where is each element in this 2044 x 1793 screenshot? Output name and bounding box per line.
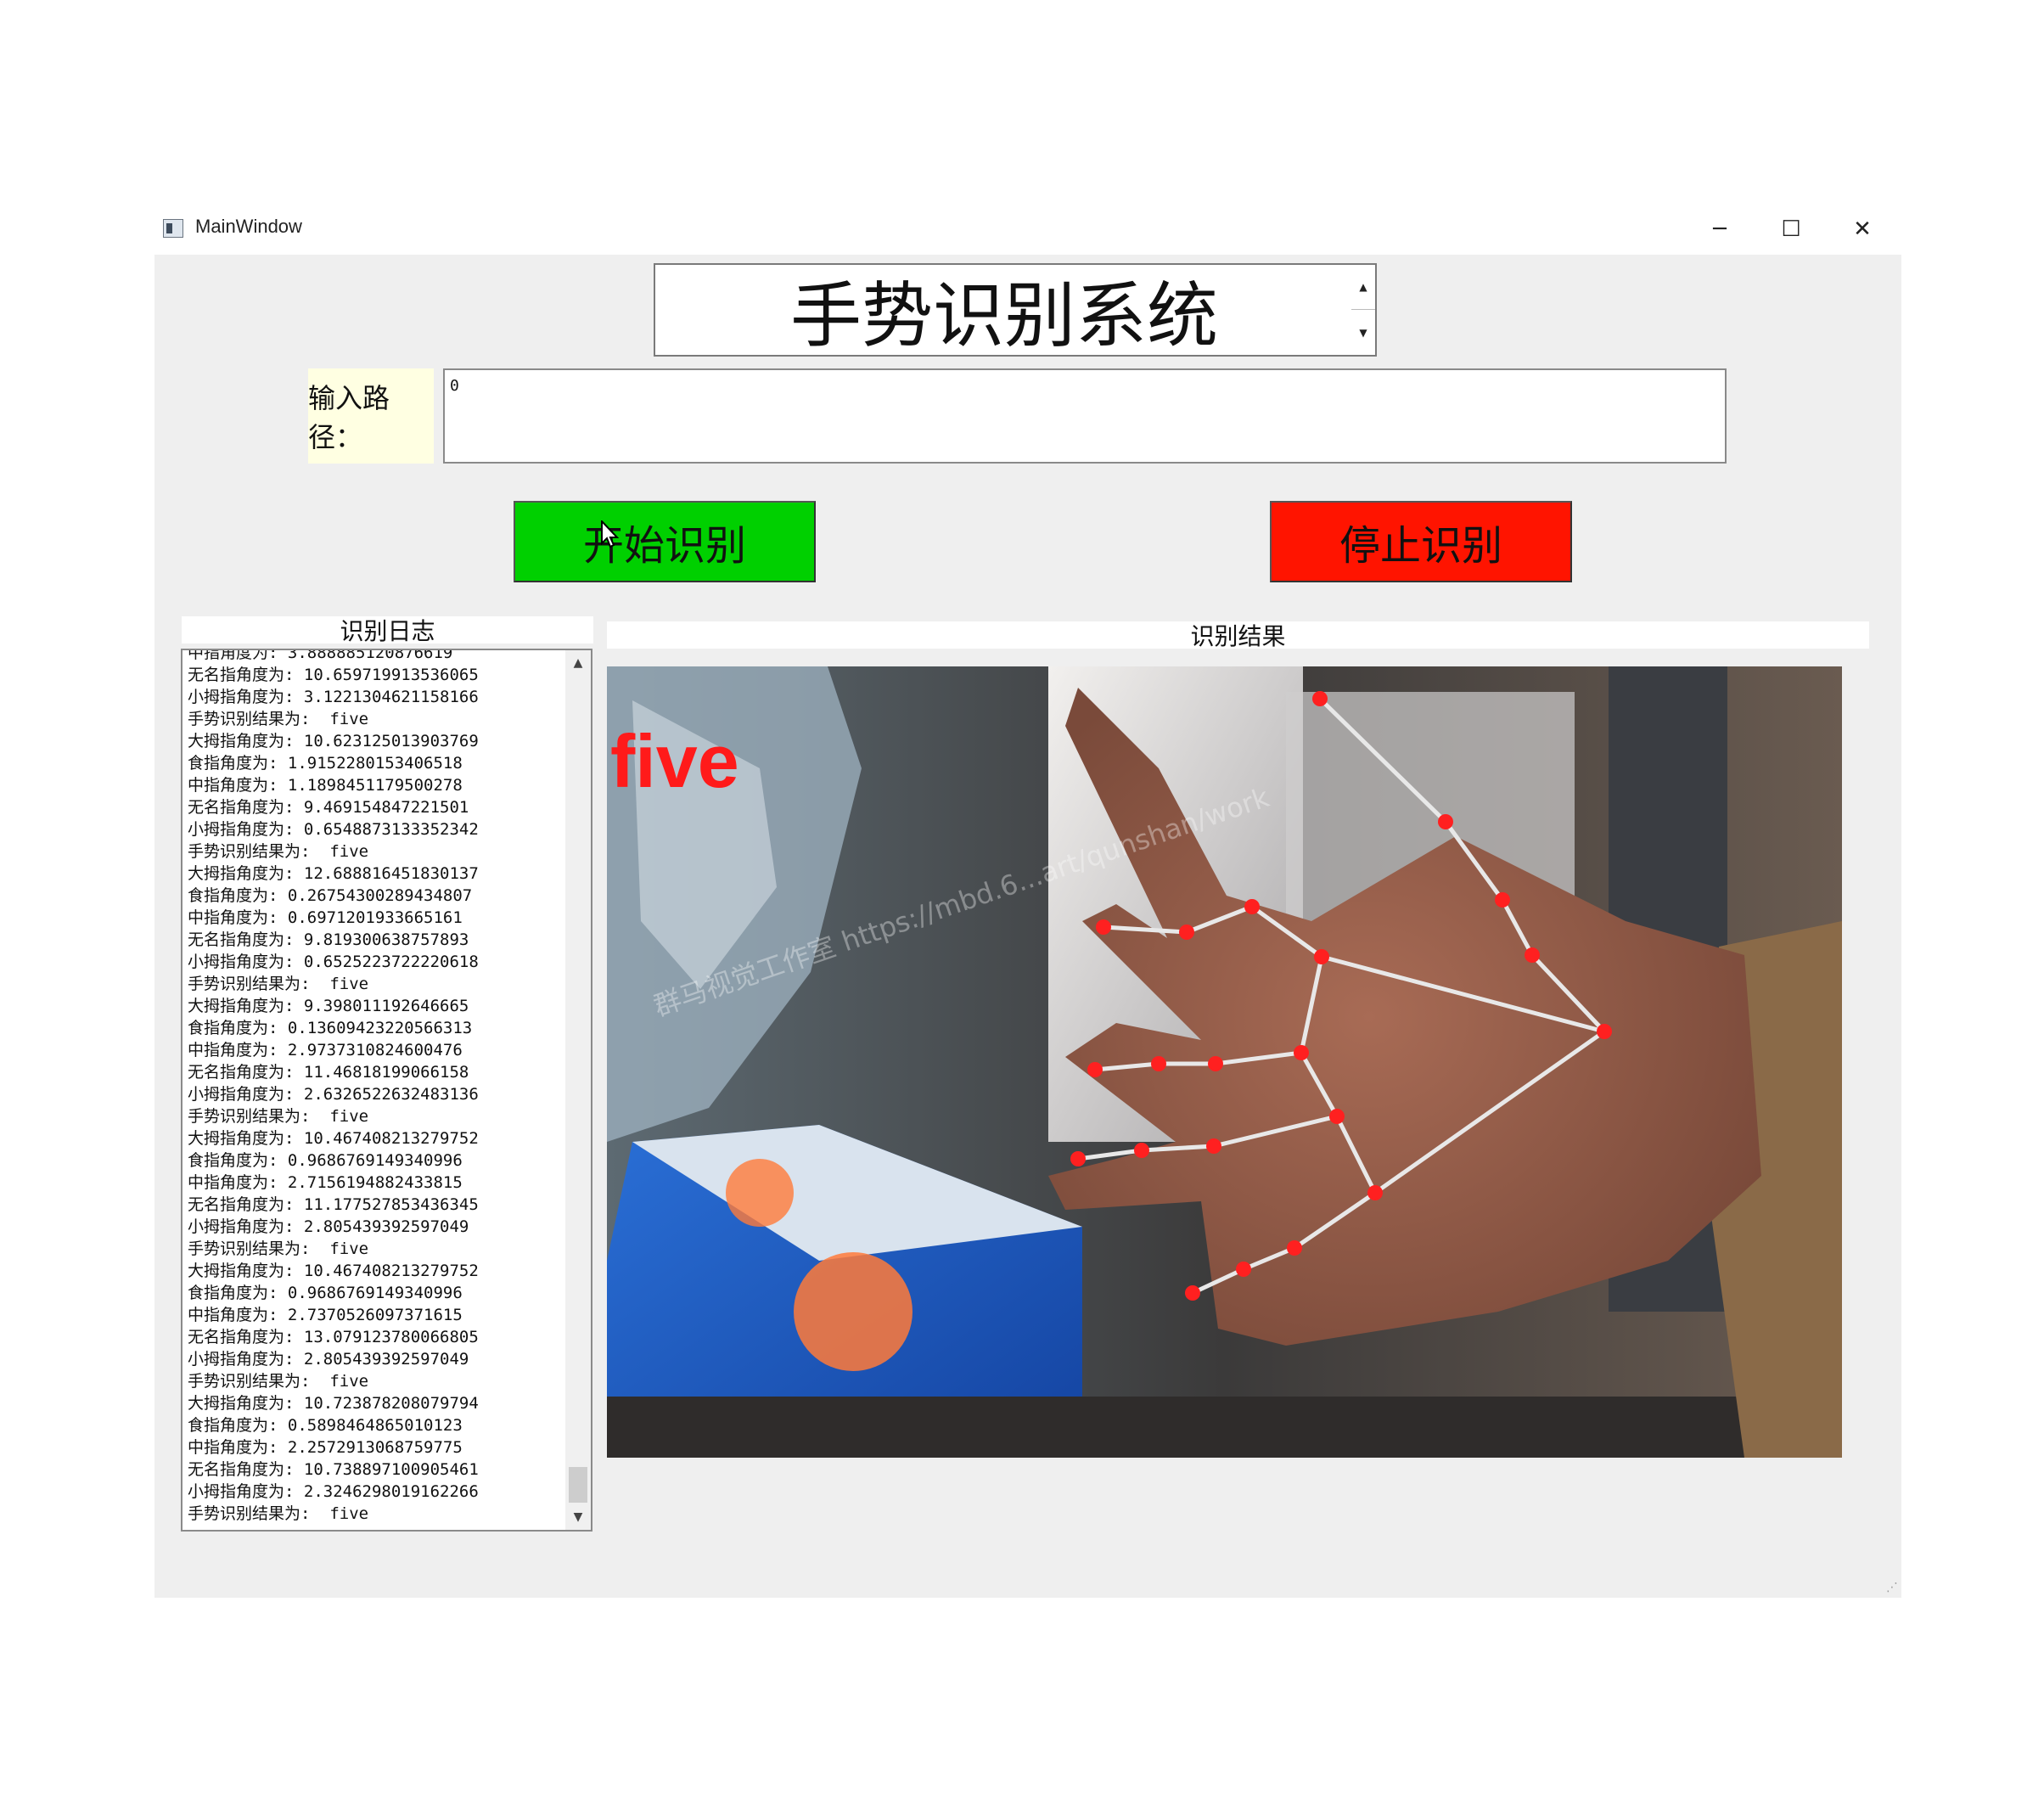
log-line: 无名指角度为: 10.738897100905461 [188, 1460, 479, 1479]
desk [607, 1397, 1842, 1458]
log-line: 中指角度为: 2.9737310824600476 [188, 1041, 463, 1060]
keypoint [1151, 1056, 1166, 1071]
keypoint [1525, 947, 1540, 963]
main-window: MainWindow ─ ☐ ✕ 手势识别系统 ▲ ▼ 输入路径： 0 开始识别… [154, 204, 1901, 1598]
log-line: 小拇指角度为: 2.3246298019162266 [188, 1482, 479, 1501]
spin-up-icon[interactable]: ▲ [1351, 265, 1375, 310]
keypoint [1367, 1185, 1383, 1200]
mouse-cursor-icon [601, 520, 620, 548]
log-line: 大拇指角度为: 12.688816451830137 [188, 864, 479, 883]
log-line: 小拇指角度为: 0.6548873133352342 [188, 820, 479, 839]
log-line: 手势识别结果为: five [188, 1107, 369, 1126]
spin-down-icon[interactable]: ▼ [1351, 311, 1375, 355]
log-line: 中指角度为: 2.2572913068759775 [188, 1438, 463, 1457]
minimize-button[interactable]: ─ [1689, 209, 1750, 250]
log-scrollbar[interactable]: ▲ ▼ [565, 650, 591, 1530]
log-line: 手势识别结果为: five [188, 1504, 369, 1523]
flower-print [794, 1252, 912, 1371]
path-label: 输入路径： [308, 368, 434, 464]
keypoint [1312, 691, 1328, 706]
log-line: 食指角度为: 0.26754300289434807 [188, 886, 473, 905]
log-line: 小拇指角度为: 2.805439392597049 [188, 1350, 469, 1369]
spin-buttons: ▲ ▼ [1351, 265, 1375, 355]
log-line: 大拇指角度为: 10.723878208079794 [188, 1394, 479, 1413]
log-line: 小拇指角度为: 2.805439392597049 [188, 1217, 469, 1236]
log-line: 小拇指角度为: 0.6525223722220618 [188, 953, 479, 971]
window-title: MainWindow [195, 216, 302, 237]
log-line: 小拇指角度为: 3.1221304621158166 [188, 688, 479, 706]
log-line: 大拇指角度为: 10.467408213279752 [188, 1129, 479, 1148]
log-line: 无名指角度为: 9.469154847221501 [188, 798, 469, 817]
log-line: 食指角度为: 1.9152280153406518 [188, 754, 463, 773]
log-line: 中指角度为: 0.6971201933665161 [188, 908, 463, 927]
flower-print-small [726, 1159, 794, 1227]
log-line: 手势识别结果为: five [188, 842, 369, 861]
log-line: 无名指角度为: 11.46818199066158 [188, 1063, 469, 1082]
log-line: 大拇指角度为: 9.398011192646665 [188, 997, 469, 1015]
close-button[interactable]: ✕ [1832, 209, 1893, 250]
log-line: 大拇指角度为: 10.467408213279752 [188, 1262, 479, 1280]
keypoint [1236, 1262, 1251, 1277]
resize-grip-icon[interactable]: ⋰ [1886, 1581, 1898, 1594]
keypoint [1208, 1056, 1223, 1071]
maximize-button[interactable]: ☐ [1760, 209, 1822, 250]
gesture-label: five [610, 719, 739, 803]
log-line: 中指角度为: 3.888885120876619 [188, 649, 453, 662]
scroll-thumb[interactable] [569, 1467, 587, 1503]
keypoint [1438, 814, 1453, 829]
keypoint [1087, 1062, 1103, 1077]
keypoint [1244, 899, 1260, 914]
log-line: 手势识别结果为: five [188, 975, 369, 993]
page-title: 手势识别系统 [789, 273, 1218, 357]
start-recognition-button[interactable]: 开始识别 [514, 501, 816, 582]
keypoint [1495, 892, 1510, 908]
log-line: 中指角度为: 1.1898451179500278 [188, 776, 463, 795]
keypoint [1096, 919, 1111, 935]
title-spinbox[interactable]: 手势识别系统 ▲ ▼ [654, 263, 1377, 357]
log-line: 中指角度为: 2.7156194882433815 [188, 1173, 463, 1192]
client-area: 手势识别系统 ▲ ▼ 输入路径： 0 开始识别 停止识别 识别日志 中指角度为:… [154, 255, 1901, 1598]
keypoint [1206, 1138, 1221, 1154]
keypoint [1329, 1109, 1345, 1124]
keypoint [1185, 1285, 1200, 1301]
title-bar[interactable]: MainWindow ─ ☐ ✕ [154, 204, 1901, 255]
log-line: 无名指角度为: 9.819300638757893 [188, 930, 469, 949]
result-heading: 识别结果 [607, 621, 1869, 650]
log-line: 手势识别结果为: five [188, 710, 369, 728]
path-input[interactable]: 0 [443, 368, 1727, 464]
keypoint [1134, 1143, 1149, 1158]
keypoint [1314, 949, 1329, 964]
log-line: 食指角度为: 0.5898464865010123 [188, 1416, 463, 1435]
result-image: five 群马视觉工作室 https://mbd.6...art/qunshan… [607, 666, 1842, 1458]
keypoint [1294, 1045, 1309, 1060]
app-icon [163, 219, 183, 238]
log-heading: 识别日志 [182, 616, 593, 645]
log-lines: 中指角度为: 3.888885120876619 无名指角度为: 10.65971… [188, 649, 561, 1525]
log-line: 大拇指角度为: 10.623125013903769 [188, 732, 479, 750]
log-line: 食指角度为: 0.9686769149340996 [188, 1284, 463, 1302]
scroll-down-icon[interactable]: ▼ [565, 1504, 591, 1530]
keypoint [1597, 1024, 1612, 1039]
keypoint [1287, 1240, 1302, 1256]
log-line: 食指角度为: 0.13609423220566313 [188, 1019, 473, 1037]
log-line: 中指角度为: 2.7370526097371615 [188, 1306, 463, 1324]
log-line: 无名指角度为: 11.177527853436345 [188, 1195, 479, 1214]
keypoint [1070, 1151, 1086, 1166]
stop-recognition-button[interactable]: 停止识别 [1270, 501, 1572, 582]
camera-frame: five 群马视觉工作室 https://mbd.6...art/qunshan… [607, 666, 1842, 1458]
log-line: 小拇指角度为: 2.6326522632483136 [188, 1085, 479, 1104]
log-listbox[interactable]: 中指角度为: 3.888885120876619 无名指角度为: 10.65971… [181, 649, 592, 1532]
scroll-up-icon[interactable]: ▲ [565, 650, 591, 676]
log-line: 手势识别结果为: five [188, 1239, 369, 1258]
log-line: 无名指角度为: 10.659719913536065 [188, 666, 479, 684]
log-line: 食指角度为: 0.9686769149340996 [188, 1151, 463, 1170]
keypoint [1179, 925, 1194, 940]
log-line: 无名指角度为: 13.079123780066805 [188, 1328, 479, 1346]
log-line: 手势识别结果为: five [188, 1372, 369, 1391]
